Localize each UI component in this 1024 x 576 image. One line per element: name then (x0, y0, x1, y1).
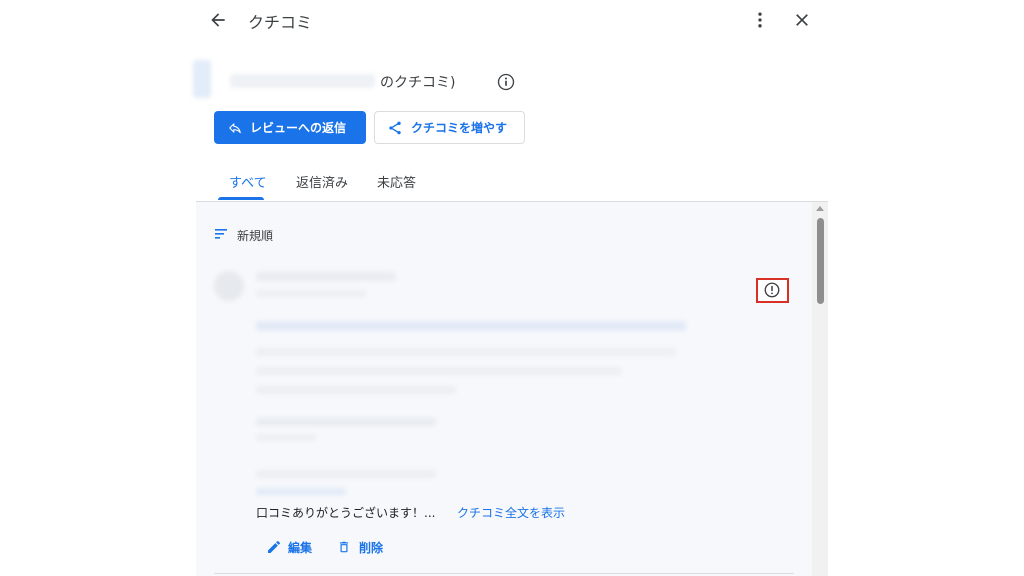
owner-reply-meta-blurred (256, 434, 316, 441)
business-review-title: のクチコミ) (380, 75, 456, 91)
report-icon[interactable] (763, 281, 781, 299)
review-text-blurred (256, 367, 621, 375)
reviewer-name-blurred (256, 272, 396, 281)
reply-review-label: レビューへの返信 (250, 121, 347, 135)
share-icon (387, 120, 403, 136)
scroll-up-arrow-icon[interactable] (816, 206, 824, 211)
reviewer-avatar-blurred (214, 271, 244, 301)
review-divider (214, 573, 794, 574)
page-title: クチコミ (248, 13, 313, 32)
scrollbar-thumb[interactable] (817, 218, 824, 304)
reply-icon (228, 121, 242, 135)
back-arrow-icon[interactable] (208, 10, 228, 30)
review-text-blurred (256, 348, 676, 356)
show-full-review-link[interactable]: クチコミ全文を表示 (457, 504, 565, 521)
reply-excerpt: 口コミありがとうございます！... (256, 506, 436, 520)
close-icon[interactable] (792, 10, 812, 30)
tab-all[interactable]: すべて (229, 172, 267, 191)
edit-icon[interactable] (266, 539, 282, 555)
tab-unanswered[interactable]: 未応答 (377, 172, 416, 191)
tab-replied[interactable]: 返信済み (296, 172, 348, 191)
sort-label[interactable]: 新規順 (237, 227, 273, 244)
sort-icon[interactable] (214, 227, 230, 241)
info-icon[interactable] (496, 72, 516, 92)
increase-reviews-label: クチコミを増やす (411, 121, 508, 135)
delete-icon[interactable] (337, 539, 351, 555)
business-name-blurred (230, 74, 375, 88)
reply-review-button[interactable]: レビューへの返信 (214, 111, 366, 144)
owner-reply-blurred (256, 470, 436, 478)
delete-button[interactable]: 削除 (359, 539, 383, 556)
edit-button[interactable]: 編集 (288, 539, 312, 556)
tab-all-indicator (218, 197, 264, 200)
review-text-blurred (256, 386, 456, 394)
more-vert-icon[interactable] (750, 10, 770, 30)
owner-reply-blurred (256, 488, 346, 495)
increase-reviews-button[interactable]: クチコミを増やす (374, 111, 525, 144)
owner-reply-header-blurred (256, 418, 436, 426)
reviewer-meta-blurred (256, 290, 366, 297)
business-logo-blurred (193, 60, 211, 98)
rating-blurred (256, 321, 686, 331)
